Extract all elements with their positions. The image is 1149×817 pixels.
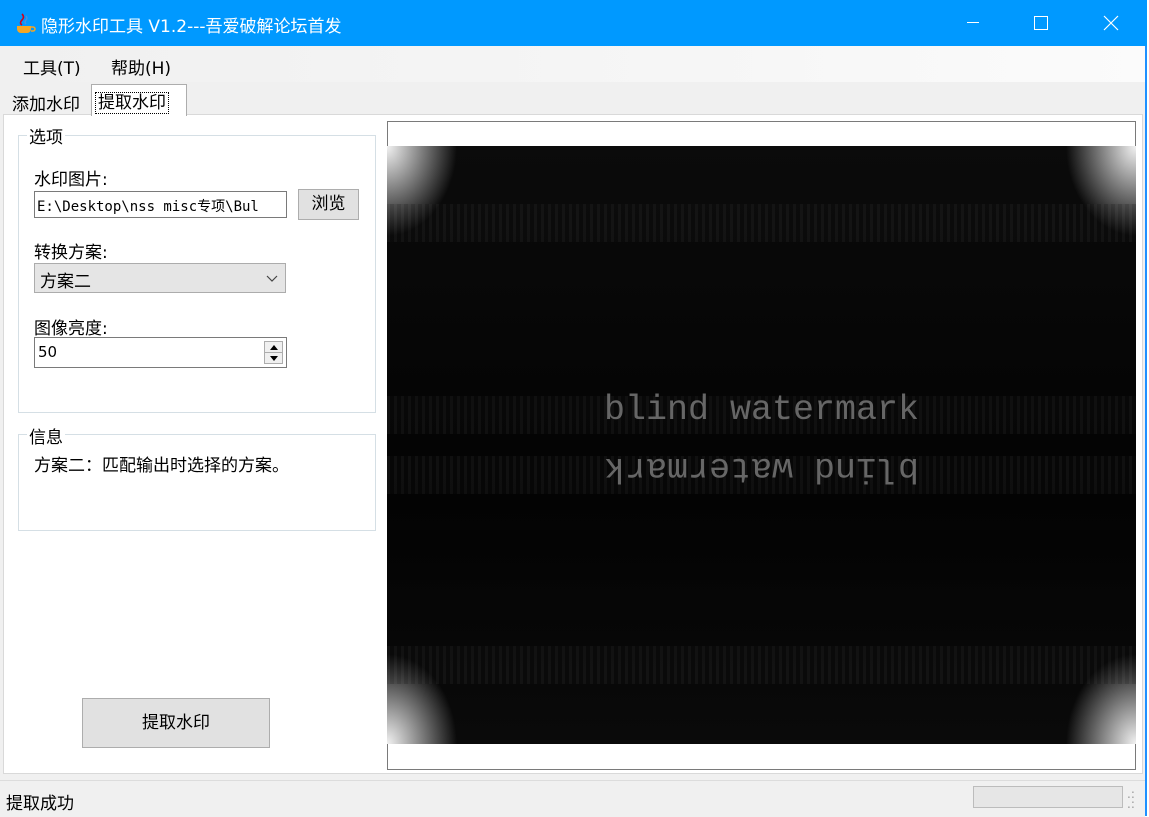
- watermark-path-field[interactable]: E:\Desktop\nss misc专项\Bul: [34, 191, 287, 218]
- noise-band: [387, 204, 1136, 242]
- app-window: 隐形水印工具 V1.2---吾爱破解论坛首发 工具(T) 帮助(H) 添加水印 …: [0, 0, 1147, 817]
- minimize-icon: [967, 22, 979, 23]
- menu-bar: 工具(T) 帮助(H): [0, 46, 1145, 82]
- scheme-value: 方案二: [40, 272, 91, 292]
- scheme-label: 转换方案:: [34, 243, 108, 263]
- watermark-preview-image: blind watermark blind watermark: [387, 146, 1136, 744]
- info-group-label: 信息: [27, 423, 65, 448]
- status-text: 提取成功: [6, 794, 74, 814]
- resize-grip-icon[interactable]: .:.:: [1127, 788, 1141, 810]
- tab-extract-watermark[interactable]: 提取水印: [91, 84, 187, 116]
- chevron-down-icon: [266, 275, 278, 282]
- window-title: 隐形水印工具 V1.2---吾爱破解论坛首发: [41, 17, 342, 37]
- watermark-text-mirrored: blind watermark: [603, 448, 920, 488]
- spin-down-button[interactable]: [265, 353, 282, 363]
- noise-band: [387, 646, 1136, 684]
- spin-up-button[interactable]: [265, 342, 282, 353]
- info-group: [18, 434, 376, 531]
- close-button[interactable]: [1076, 0, 1146, 46]
- maximize-icon: [1034, 16, 1048, 30]
- options-group-label: 选项: [27, 123, 65, 148]
- brightness-spinner[interactable]: 50: [34, 337, 287, 368]
- tab-label: 提取水印: [95, 92, 169, 114]
- maximize-button[interactable]: [1006, 0, 1076, 46]
- close-icon: [1103, 15, 1119, 31]
- triangle-up-icon: [269, 344, 278, 350]
- scheme-select[interactable]: 方案二: [34, 263, 286, 293]
- watermark-image-label: 水印图片:: [34, 170, 108, 190]
- tab-label: 添加水印: [12, 95, 80, 115]
- minimize-button[interactable]: [938, 0, 1008, 46]
- watermark-text-upper: blind watermark: [603, 390, 920, 430]
- triangle-down-icon: [269, 355, 278, 361]
- spin-buttons: [264, 341, 283, 364]
- menu-help[interactable]: 帮助(H): [111, 54, 171, 79]
- brightness-label: 图像亮度:: [34, 319, 108, 339]
- tab-add-watermark[interactable]: 添加水印: [5, 86, 91, 115]
- title-bar[interactable]: 隐形水印工具 V1.2---吾爱破解论坛首发: [0, 0, 1147, 46]
- status-progress-bar: [973, 786, 1123, 808]
- brightness-value[interactable]: 50: [38, 343, 57, 361]
- status-bar: 提取成功 .:.:: [0, 780, 1145, 817]
- browse-button[interactable]: 浏览: [298, 189, 359, 220]
- info-text: 方案二：匹配输出时选择的方案。: [34, 456, 289, 476]
- java-cup-icon: [17, 13, 36, 33]
- extract-watermark-button[interactable]: 提取水印: [82, 698, 270, 748]
- menu-tools[interactable]: 工具(T): [23, 54, 81, 79]
